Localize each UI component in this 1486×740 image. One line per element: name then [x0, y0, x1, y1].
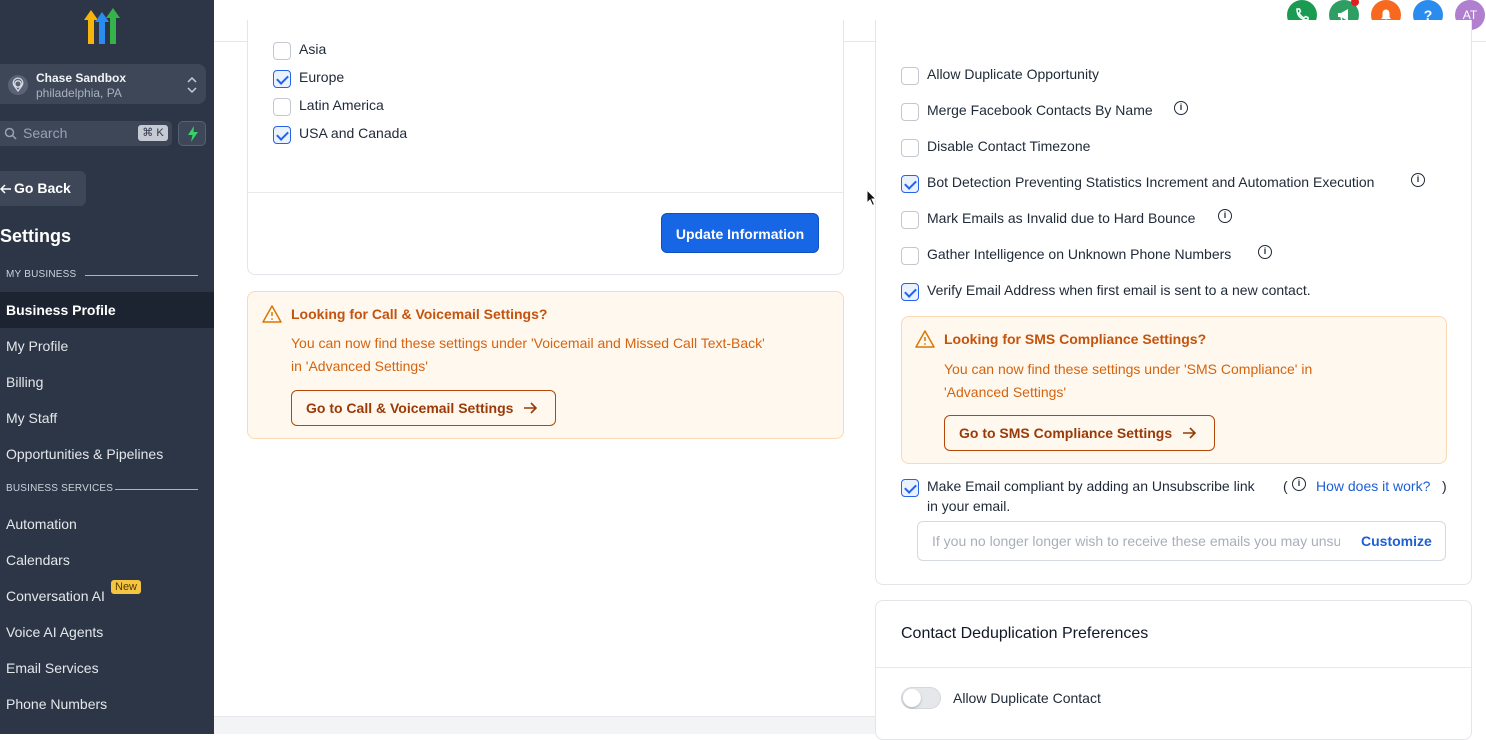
arrow-right-icon	[1183, 427, 1196, 439]
checkbox-gather-intelligence[interactable]	[901, 247, 919, 265]
info-icon[interactable]: i	[1218, 209, 1232, 223]
section-business-services: BUSINESS SERVICES	[6, 483, 114, 494]
card-divider	[248, 192, 843, 193]
sidebar-item-opportunities[interactable]: Opportunities & Pipelines	[6, 446, 163, 462]
bottom-scroll-area	[214, 716, 875, 734]
checkbox-europe[interactable]	[273, 70, 291, 88]
sidebar-item-email-services[interactable]: Email Services	[6, 660, 99, 676]
sidebar-item-voice-ai-agents[interactable]: Voice AI Agents	[6, 624, 103, 640]
option-label: Mark Emails as Invalid due to Hard Bounc…	[927, 210, 1196, 226]
checkbox-allow-duplicate-opportunity[interactable]	[901, 67, 919, 85]
sidebar-item-conversation-ai[interactable]: Conversation AI	[6, 588, 105, 604]
section-divider	[85, 275, 198, 276]
go-to-call-voicemail-button[interactable]: Go to Call & Voicemail Settings	[291, 390, 556, 426]
checkbox-asia[interactable]	[273, 42, 291, 60]
arrow-left-icon	[0, 184, 11, 194]
allow-duplicate-contact-toggle[interactable]	[901, 687, 941, 709]
new-badge: New	[111, 580, 142, 594]
checkbox-disable-contact-timezone[interactable]	[901, 139, 919, 157]
card-divider	[876, 667, 1471, 668]
notice-body-line1: You can now find these settings under 'V…	[291, 335, 765, 351]
location-pin-icon	[8, 75, 28, 95]
update-information-button[interactable]: Update Information	[661, 213, 819, 253]
search-icon	[4, 127, 17, 140]
info-icon[interactable]: i	[1258, 245, 1272, 259]
checkbox-verify-email[interactable]	[901, 283, 919, 301]
how-does-it-work-link[interactable]: How does it work?	[1316, 478, 1430, 494]
search-shortcut: ⌘ K	[138, 125, 168, 141]
sms-compliance-notice: Looking for SMS Compliance Settings? You…	[901, 316, 1447, 464]
unsubscribe-text-field[interactable]: If you no longer longer wish to receive …	[917, 521, 1446, 561]
allow-duplicate-contact-label: Allow Duplicate Contact	[953, 690, 1101, 706]
option-label: Disable Contact Timezone	[927, 138, 1091, 154]
notice-body-line2: in 'Advanced Settings'	[291, 358, 428, 374]
lightning-icon	[188, 126, 198, 142]
option-label: Verify Email Address when first email is…	[927, 282, 1311, 298]
checkbox-merge-facebook-contacts[interactable]	[901, 103, 919, 121]
go-to-sms-compliance-button[interactable]: Go to SMS Compliance Settings	[944, 415, 1215, 451]
checkbox-latin-america[interactable]	[273, 98, 291, 116]
notice-title: Looking for SMS Compliance Settings?	[944, 331, 1207, 347]
paren-open: (	[1283, 478, 1288, 494]
sidebar-item-billing[interactable]: Billing	[6, 374, 43, 390]
checkbox-usa-canada[interactable]	[273, 126, 291, 144]
paren-close: )	[1442, 478, 1447, 494]
warning-icon	[262, 305, 282, 323]
location-switcher[interactable]: Chase Sandbox philadelphia, PA	[0, 64, 206, 104]
region-label: Latin America	[299, 97, 384, 113]
info-icon[interactable]: i	[1292, 477, 1306, 491]
unsubscribe-label-line1: Make Email compliant by adding an Unsubs…	[927, 478, 1255, 494]
unsubscribe-label-line2: in your email.	[927, 498, 1011, 514]
location-name: Chase Sandbox	[36, 71, 127, 85]
call-voicemail-notice: Looking for Call & Voicemail Settings? Y…	[247, 291, 844, 439]
sidebar-item-business-profile[interactable]: Business Profile	[0, 292, 214, 328]
unsubscribe-placeholder: If you no longer longer wish to receive …	[932, 533, 1340, 549]
section-divider	[115, 489, 198, 490]
sidebar-item-calendars[interactable]: Calendars	[6, 552, 70, 568]
region-label: Europe	[299, 69, 345, 85]
sidebar-item-automation[interactable]: Automation	[6, 516, 77, 532]
option-label: Merge Facebook Contacts By Name	[927, 102, 1153, 118]
customize-button[interactable]: Customize	[1361, 533, 1432, 549]
settings-title: Settings	[0, 226, 72, 246]
warning-icon	[915, 330, 935, 348]
mouse-cursor-icon	[866, 189, 878, 207]
option-label: Bot Detection Preventing Statistics Incr…	[927, 174, 1375, 190]
info-icon[interactable]: i	[1411, 173, 1425, 187]
region-label: USA and Canada	[299, 125, 408, 141]
section-my-business: MY BUSINESS	[6, 269, 77, 280]
search-placeholder: Search	[23, 125, 68, 141]
checkbox-unsubscribe-link[interactable]	[901, 479, 919, 497]
sidebar: Chase Sandbox philadelphia, PA Search ⌘ …	[0, 0, 214, 734]
go-back-label: Go Back	[14, 180, 71, 196]
go-back-button[interactable]: Go Back	[0, 171, 86, 206]
info-icon[interactable]: i	[1174, 101, 1188, 115]
quick-actions-button[interactable]	[178, 121, 206, 146]
checkbox-mark-emails-invalid[interactable]	[901, 211, 919, 229]
option-label: Gather Intelligence on Unknown Phone Num…	[927, 246, 1232, 262]
region-label: Asia	[299, 41, 327, 57]
notice-body-line2: 'Advanced Settings'	[944, 384, 1067, 400]
sidebar-item-my-staff[interactable]: My Staff	[6, 410, 57, 426]
notice-title: Looking for Call & Voicemail Settings?	[291, 306, 548, 322]
sidebar-search[interactable]: Search ⌘ K	[0, 121, 172, 146]
sidebar-item-phone-numbers[interactable]: Phone Numbers	[6, 696, 107, 712]
notice-body-line1: You can now find these settings under 'S…	[944, 361, 1313, 377]
option-label: Allow Duplicate Opportunity	[927, 66, 1099, 82]
sidebar-item-my-profile[interactable]: My Profile	[6, 338, 68, 354]
chevron-updown-icon	[187, 76, 197, 94]
location-city: philadelphia, PA	[36, 86, 122, 100]
button-label: Go to SMS Compliance Settings	[959, 425, 1173, 441]
app-logo-icon	[84, 8, 120, 44]
contact-deduplication-card: Contact Deduplication Preferences Allow …	[875, 600, 1472, 740]
button-label: Go to Call & Voicemail Settings	[306, 400, 514, 416]
arrow-right-icon	[524, 402, 537, 414]
dedup-title: Contact Deduplication Preferences	[901, 625, 1149, 642]
checkbox-bot-detection[interactable]	[901, 175, 919, 193]
